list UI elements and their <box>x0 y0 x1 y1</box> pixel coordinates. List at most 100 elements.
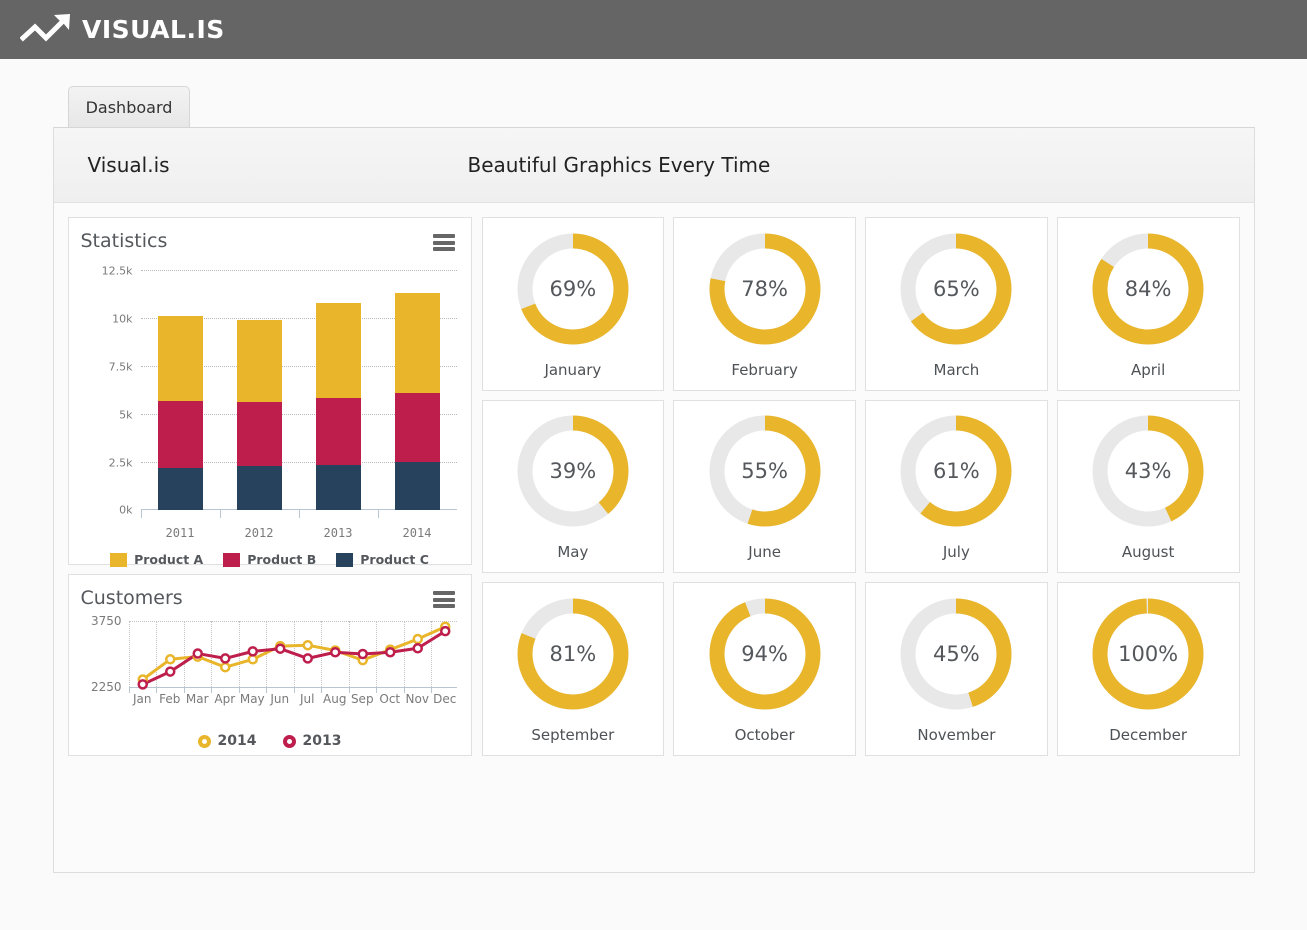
line-chart-x-tick <box>376 687 377 693</box>
line-chart-x-label: Nov <box>405 692 429 706</box>
bar-chart-segment[interactable] <box>236 465 282 510</box>
legend-item[interactable]: Product A <box>110 552 203 567</box>
gauge-value: 78% <box>741 276 788 301</box>
donut-gauge: 94% <box>705 594 825 714</box>
panel-header: Visual.is Beautiful Graphics Every Time <box>53 128 1254 203</box>
gauge-label: March <box>933 360 980 379</box>
bar-chart-segment[interactable] <box>394 392 440 462</box>
line-chart-x-tick <box>431 687 432 693</box>
tab-dashboard[interactable]: Dashboard <box>68 86 190 127</box>
customers-card-title: Customers <box>80 587 183 609</box>
bar-chart-segment[interactable] <box>236 319 282 402</box>
hamburger-menu-icon[interactable] <box>432 234 455 251</box>
gauge-label: July <box>942 543 970 562</box>
gauge-label: October <box>734 726 795 745</box>
gauge-value: 39% <box>549 459 597 484</box>
gauge-card-may[interactable]: 39% May <box>481 399 665 574</box>
bar-chart-segment[interactable] <box>157 467 203 510</box>
bar-chart-segment[interactable] <box>236 401 282 466</box>
legend-item[interactable]: Product B <box>223 552 316 567</box>
bar-chart-x-label: 2014 <box>402 526 432 540</box>
legend-item[interactable]: Product C <box>336 552 429 567</box>
gauge-label: November <box>917 726 996 745</box>
panel-tagline: Beautiful Graphics Every Time <box>467 153 771 177</box>
line-chart-x-label: Jan <box>133 692 152 706</box>
bar-chart-x-tick <box>377 510 379 518</box>
legend-ring-marker <box>197 734 211 748</box>
line-chart-x-label: May <box>239 692 265 706</box>
line-chart-point[interactable] <box>412 633 423 645</box>
legend-swatch <box>223 552 241 567</box>
legend-item[interactable]: 2014 <box>197 733 257 749</box>
gauge-card-december[interactable]: 100% December <box>1056 582 1240 756</box>
gauge-value: 94% <box>741 642 788 667</box>
line-chart-point[interactable] <box>274 643 285 654</box>
legend-label: Product C <box>360 552 429 567</box>
line-chart-point[interactable] <box>219 653 230 664</box>
line-chart-y-tick-label: 3750 <box>90 614 122 628</box>
line-chart-point[interactable] <box>302 653 313 664</box>
gauge-card-february[interactable]: 78% February <box>673 217 856 391</box>
line-chart-point[interactable] <box>219 661 230 673</box>
line-chart-point[interactable] <box>412 643 423 654</box>
customers-legend: 2014 2013 <box>69 733 471 749</box>
gauge-card-september[interactable]: 81% September <box>481 582 665 756</box>
gauge-card-april[interactable]: 84% April <box>1056 217 1240 391</box>
logo-text: VISUAL.IS <box>82 15 225 44</box>
bar-chart-segment[interactable] <box>394 462 440 510</box>
line-chart-point[interactable] <box>302 639 313 651</box>
line-chart-point[interactable] <box>247 646 258 657</box>
gauge-value: 61% <box>933 459 980 484</box>
gauge-card-october[interactable]: 94% October <box>673 582 856 756</box>
bar-chart-segment[interactable] <box>157 316 203 401</box>
line-chart-point[interactable] <box>329 646 340 658</box>
bar-chart-stacked-bar[interactable] <box>236 319 282 510</box>
gauge-value: 55% <box>741 459 788 484</box>
bar-chart-stacked-bar[interactable] <box>157 316 203 510</box>
customers-card: Customers 2250 3750 Jan Feb Mar Apr May Jun Jul A… <box>67 574 472 756</box>
donut-gauge: 65% <box>896 229 1016 349</box>
bar-chart-segment[interactable] <box>394 293 440 393</box>
line-chart-x-tick <box>183 687 185 693</box>
panel-body: Statistics 0k 2.5k 5k 7.5k 10k 12.5k 2011 2012 2… <box>54 203 1254 770</box>
statistics-card-header: Statistics <box>69 218 471 252</box>
gauge-label: June <box>748 543 781 562</box>
bar-chart-stacked-bar[interactable] <box>394 293 440 510</box>
gauge-card-march[interactable]: 65% March <box>865 217 1048 391</box>
line-chart-point[interactable] <box>384 646 395 658</box>
gauge-card-august[interactable]: 43% August <box>1056 399 1240 574</box>
donut-gauge: 84% <box>1088 229 1208 349</box>
bar-chart-segment[interactable] <box>315 464 361 510</box>
gauge-card-january[interactable]: 69% January <box>481 217 665 391</box>
gauge-card-november[interactable]: 45% November <box>865 582 1048 756</box>
legend-item[interactable]: 2013 <box>282 733 341 749</box>
gauge-label: September <box>531 726 615 745</box>
bar-chart-category-group: 2014 <box>377 270 457 540</box>
bar-chart-segment[interactable] <box>315 397 361 465</box>
legend-label: 2014 <box>217 733 257 749</box>
line-chart-x-label: Dec <box>433 692 457 706</box>
line-chart-point[interactable] <box>164 654 175 665</box>
donut-gauge: 78% <box>705 229 825 349</box>
line-chart-x-tick <box>293 687 295 693</box>
panel-brand: Visual.is <box>87 153 170 177</box>
line-chart-point[interactable] <box>164 666 175 677</box>
gauge-label: August <box>1121 543 1175 562</box>
gauge-card-july[interactable]: 61% July <box>865 399 1048 574</box>
donut-gauge: 81% <box>513 594 633 714</box>
legend-label: Product A <box>134 552 204 567</box>
bar-chart-stacked-bar[interactable] <box>315 302 361 510</box>
line-chart-point[interactable] <box>192 648 203 659</box>
line-chart-point[interactable] <box>439 625 450 637</box>
line-chart-point[interactable] <box>357 648 368 660</box>
donut-gauge: 39% <box>513 411 633 531</box>
bar-chart-segment[interactable] <box>157 400 203 468</box>
app-header: VISUAL.IS <box>0 0 1307 59</box>
gauge-card-june[interactable]: 55% June <box>673 399 856 574</box>
hamburger-menu-icon[interactable] <box>432 591 455 608</box>
customers-line-chart: 2250 3750 Jan Feb Mar Apr May Jun Jul Aug Sep Oct No… <box>69 614 471 706</box>
legend-label: Product B <box>247 552 317 567</box>
line-chart-point[interactable] <box>137 679 148 690</box>
bar-chart-segment[interactable] <box>315 302 361 398</box>
statistics-legend: Product A Product B Product C <box>69 552 471 567</box>
